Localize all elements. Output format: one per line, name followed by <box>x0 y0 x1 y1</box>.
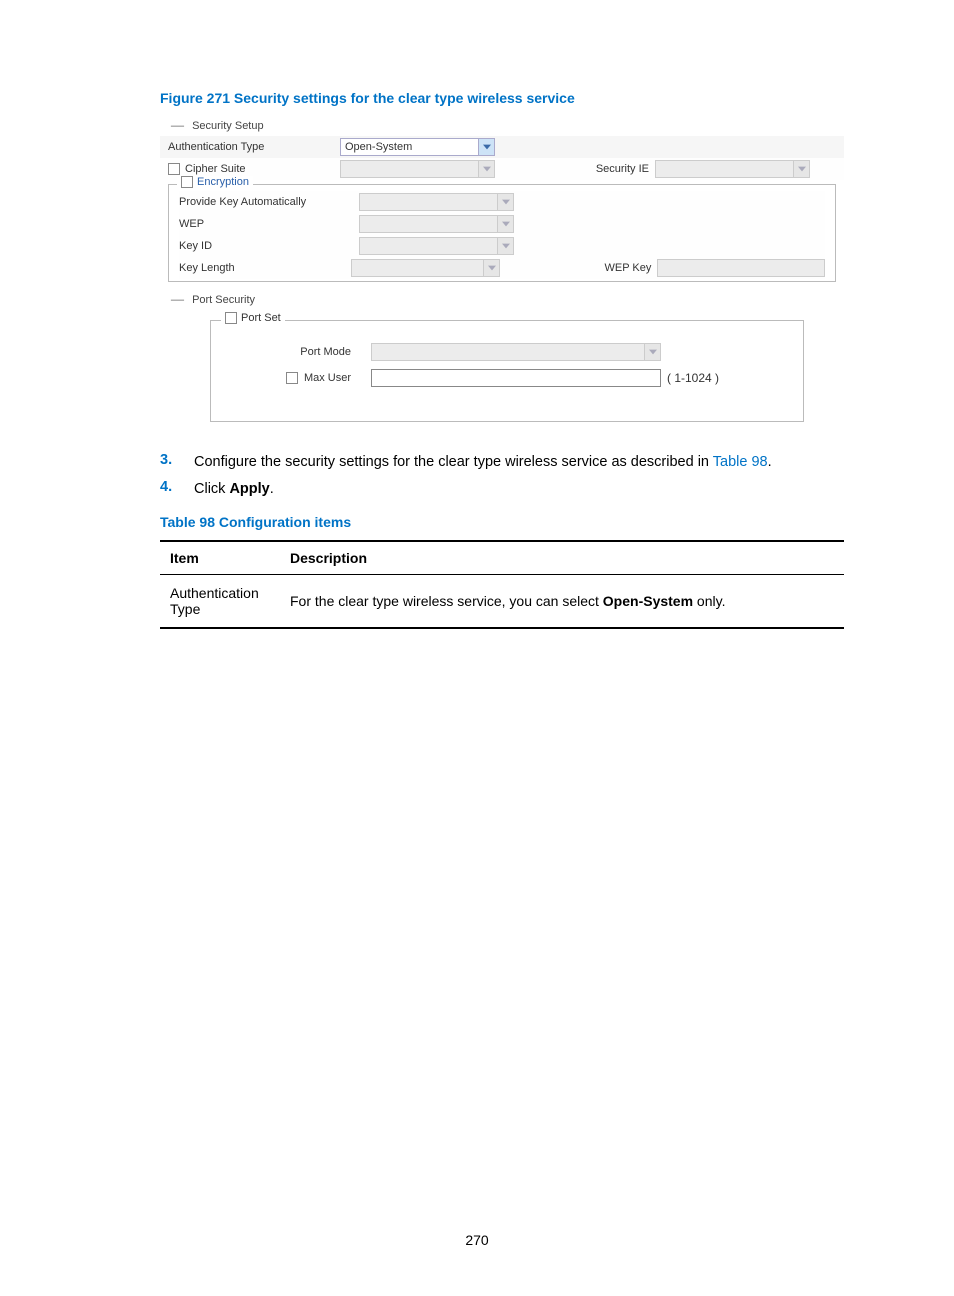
step-body: Click Apply. <box>194 479 844 500</box>
port-set-checkbox[interactable] <box>225 312 237 324</box>
max-user-range: ( 1-1024 ) <box>661 371 719 385</box>
max-user-label: Max User <box>304 372 351 384</box>
port-security-header-label: Port Security <box>192 294 255 306</box>
step-number: 3. <box>160 452 194 473</box>
max-user-label-wrap: Max User <box>221 372 371 384</box>
th-item: Item <box>160 541 280 575</box>
figure-caption: Figure 271 Security settings for the cle… <box>160 90 844 106</box>
cipher-suite-checkbox[interactable] <box>168 163 180 175</box>
wep-key-label: WEP Key <box>590 262 657 274</box>
max-user-checkbox[interactable] <box>286 372 298 384</box>
security-settings-panel: Security Setup Authentication Type Open-… <box>160 116 844 422</box>
wep-row: WEP <box>179 213 825 235</box>
step-body: Configure the security settings for the … <box>194 452 844 473</box>
provide-key-select <box>359 193 514 211</box>
cipher-suite-row: Cipher Suite Security IE <box>160 158 844 180</box>
table-caption: Table 98 Configuration items <box>160 514 844 530</box>
auth-type-value: Open-System <box>345 141 412 153</box>
auth-type-row: Authentication Type Open-System <box>160 136 844 158</box>
step-4: 4. Click Apply. <box>160 479 844 500</box>
table-98-link[interactable]: Table 98 <box>713 454 768 470</box>
wep-label: WEP <box>179 218 359 230</box>
port-security-header: Port Security <box>160 290 844 310</box>
steps-list: 3. Configure the security settings for t… <box>160 452 844 500</box>
port-set-legend: Port Set <box>221 312 285 324</box>
key-id-select <box>359 237 514 255</box>
step-3: 3. Configure the security settings for t… <box>160 452 844 473</box>
key-length-row: Key Length WEP Key <box>179 257 825 279</box>
page-number: 270 <box>0 1232 954 1248</box>
max-user-input[interactable] <box>371 369 661 387</box>
chevron-down-icon <box>497 216 513 232</box>
cell-description: For the clear type wireless service, you… <box>280 575 844 629</box>
table-row: Authentication Type For the clear type w… <box>160 575 844 629</box>
port-set-legend-label: Port Set <box>241 312 281 324</box>
key-id-row: Key ID <box>179 235 825 257</box>
chevron-down-icon <box>497 238 513 254</box>
encryption-checkbox[interactable] <box>181 176 193 188</box>
encryption-fieldset: Encryption Provide Key Automatically WEP… <box>168 184 836 282</box>
th-description: Description <box>280 541 844 575</box>
cipher-suite-label: Cipher Suite <box>185 163 246 175</box>
security-setup-header: Security Setup <box>160 116 844 136</box>
config-table: Item Description Authentication Type For… <box>160 540 844 629</box>
chevron-down-icon <box>497 194 513 210</box>
cipher-suite-label-wrap: Cipher Suite <box>160 163 340 175</box>
port-mode-label: Port Mode <box>221 346 371 358</box>
key-length-label: Key Length <box>179 262 351 274</box>
encryption-legend-label: Encryption <box>197 176 249 188</box>
security-ie-label: Security IE <box>585 163 655 175</box>
security-setup-header-label: Security Setup <box>192 120 264 132</box>
chevron-down-icon <box>478 139 494 155</box>
key-id-label: Key ID <box>179 240 359 252</box>
provide-key-label: Provide Key Automatically <box>179 196 359 208</box>
key-length-select <box>351 259 500 277</box>
port-mode-row: Port Mode <box>221 339 793 365</box>
chevron-down-icon <box>644 344 660 360</box>
port-mode-select <box>371 343 661 361</box>
wep-select <box>359 215 514 233</box>
port-set-fieldset: Port Set Port Mode Max User ( 1-1024 ) <box>210 320 804 422</box>
chevron-down-icon <box>483 260 499 276</box>
chevron-down-icon <box>793 161 809 177</box>
security-ie-select <box>655 160 810 178</box>
max-user-row: Max User ( 1-1024 ) <box>221 365 793 391</box>
step-number: 4. <box>160 479 194 500</box>
cell-item: Authentication Type <box>160 575 280 629</box>
encryption-legend: Encryption <box>177 176 253 188</box>
chevron-down-icon <box>478 161 494 177</box>
provide-key-row: Provide Key Automatically <box>179 191 825 213</box>
auth-type-label: Authentication Type <box>160 141 340 153</box>
cipher-suite-select <box>340 160 495 178</box>
wep-key-input <box>657 259 825 277</box>
apply-keyword: Apply <box>229 481 269 497</box>
auth-type-select[interactable]: Open-System <box>340 138 495 156</box>
